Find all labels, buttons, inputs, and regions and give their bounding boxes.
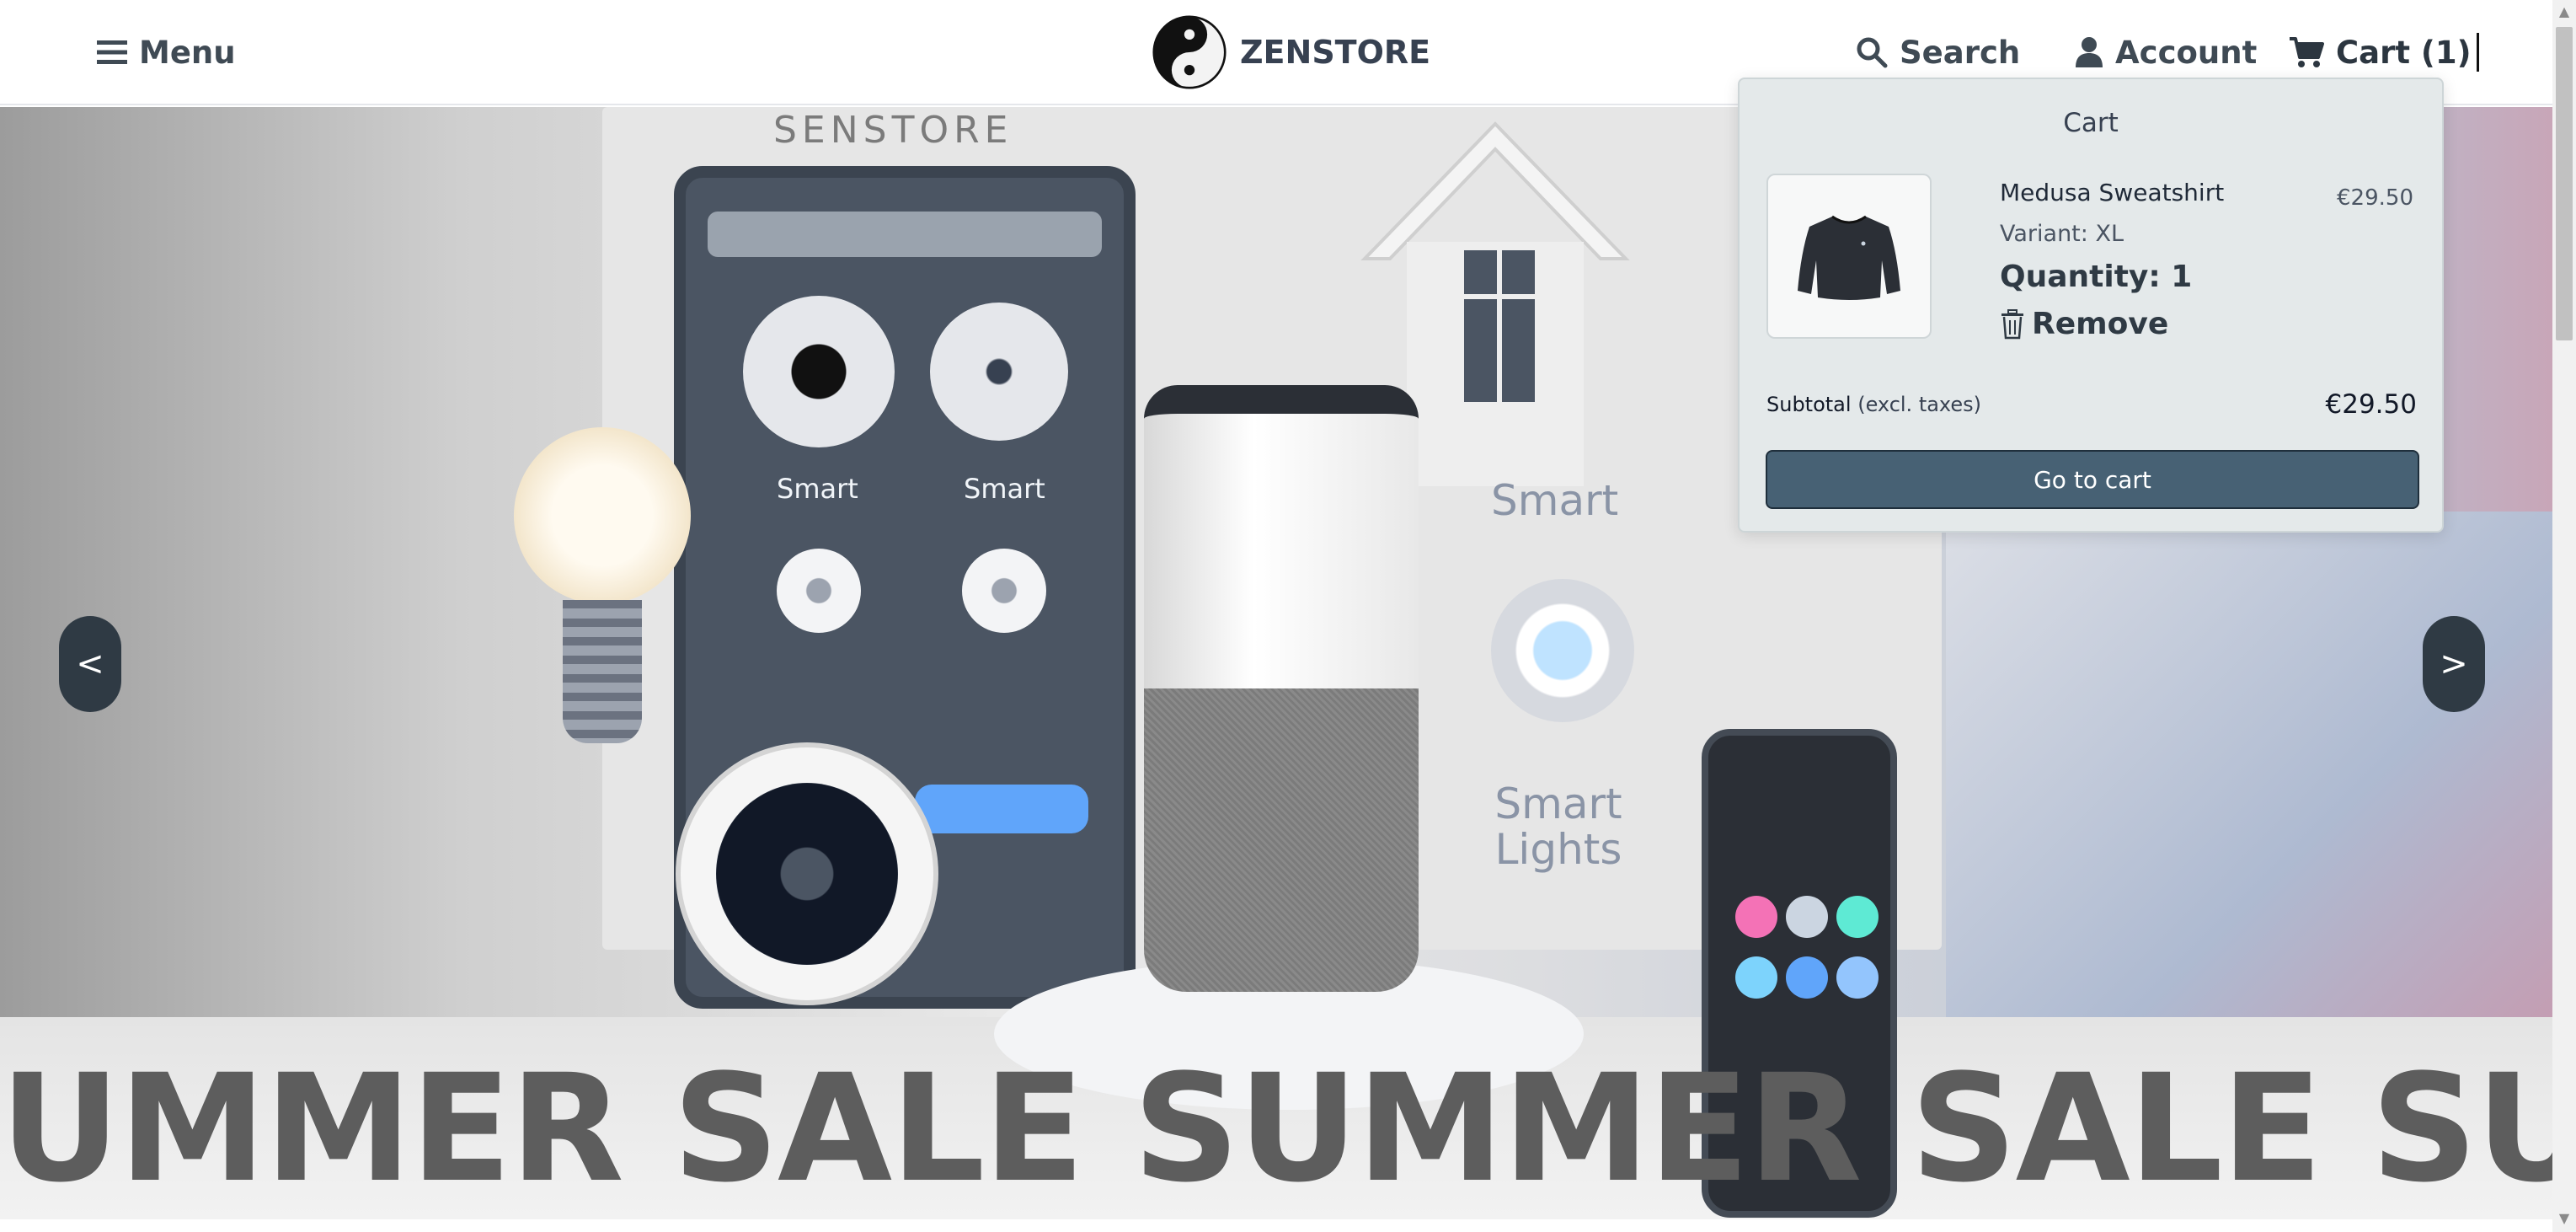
page-bottom-edge xyxy=(0,1219,2552,1232)
camera-lens xyxy=(716,783,898,965)
cart-dropdown: Cart Medusa Sweatshirt €29.50 Variant: X… xyxy=(1738,78,2444,533)
search-label: Search xyxy=(1900,34,2021,71)
cart-dropdown-title: Cart xyxy=(2063,108,2119,138)
hero-backdrop-gradient xyxy=(1946,512,2552,1059)
brand-name: ZENSTORE xyxy=(1240,34,1431,71)
account-label: Account xyxy=(2115,34,2258,71)
smart-light-ring-icon xyxy=(1491,579,1634,722)
tablet-device-icon-right xyxy=(962,549,1046,633)
shopping-cart-icon xyxy=(2290,37,2324,67)
tablet-device-icon-left xyxy=(777,549,861,633)
hamburger-icon xyxy=(97,40,127,64)
cart-label: Cart (1) xyxy=(2336,34,2472,71)
scroll-down-arrow-icon[interactable]: ▼ xyxy=(2552,1210,2576,1229)
cart-item-quantity: Quantity: 1 xyxy=(2000,260,2193,294)
subtotal-value: €29.50 xyxy=(2325,389,2417,420)
phone-app-icon xyxy=(1735,956,1777,999)
search-button[interactable]: Search xyxy=(1856,25,2020,79)
tablet-status-bar xyxy=(708,212,1102,257)
go-to-cart-button[interactable]: Go to cart xyxy=(1766,450,2419,509)
tablet-smart-label-left: Smart xyxy=(777,473,858,505)
phone-app-icon xyxy=(1836,956,1879,999)
phone-app-icon xyxy=(1735,896,1777,938)
cart-item-variant: Variant: XL xyxy=(2000,221,2124,247)
carousel-prev-button[interactable]: < xyxy=(59,616,121,712)
tablet-smart-label-right: Smart xyxy=(964,473,1045,505)
cart-item-name[interactable]: Medusa Sweatshirt xyxy=(2000,179,2224,206)
carousel-next-button[interactable]: > xyxy=(2423,616,2485,712)
account-button[interactable]: Account xyxy=(2075,25,2257,79)
tablet-sensor-icon xyxy=(930,303,1068,441)
light-bulb-base xyxy=(563,600,642,743)
subtotal-text: Subtotal xyxy=(1766,393,1852,416)
yin-yang-logo-icon xyxy=(1152,15,1227,89)
cart-button[interactable]: Cart (1) xyxy=(2289,25,2479,79)
remove-item-button[interactable]: Remove xyxy=(2000,307,2168,341)
subtotal-note: (excl. taxes) xyxy=(1857,393,1982,416)
smart-speaker-top xyxy=(1144,385,1419,688)
menu-button[interactable]: Menu xyxy=(97,25,236,79)
brand-logo-link[interactable]: ZENSTORE xyxy=(1152,15,1431,89)
page-scrollbar[interactable]: ▲ ▼ xyxy=(2552,0,2576,1232)
tablet-button-right xyxy=(915,785,1088,833)
subtotal-label: Subtotal (excl. taxes) xyxy=(1766,393,1981,416)
hero-watermark: SENSTORE xyxy=(773,109,1013,152)
hero-smart-lights-label: Smart Lights xyxy=(1494,779,1622,874)
text-cursor xyxy=(2476,33,2479,72)
security-camera-image xyxy=(681,747,933,1000)
phone-app-icon xyxy=(1836,896,1879,938)
product-thumbnail[interactable] xyxy=(1766,174,1932,339)
hero-headline: UMMER SALE SUMMER SALE SUMME xyxy=(0,1042,2552,1215)
smart-speaker-fabric xyxy=(1144,688,1419,992)
phone-app-icon xyxy=(1786,896,1828,938)
trash-icon xyxy=(2001,308,2023,339)
menu-label: Menu xyxy=(139,34,236,71)
light-bulb-image xyxy=(514,427,691,604)
remove-label: Remove xyxy=(2032,307,2169,341)
hero-smart-label: Smart xyxy=(1491,476,1619,525)
user-icon xyxy=(2076,37,2103,67)
tablet-camera-icon xyxy=(743,296,895,447)
search-icon xyxy=(1857,37,1888,68)
phone-app-icon xyxy=(1786,956,1828,999)
scroll-up-arrow-icon[interactable]: ▲ xyxy=(2552,3,2576,22)
sweatshirt-icon xyxy=(1798,215,1900,300)
scrollbar-thumb[interactable] xyxy=(2556,27,2573,340)
cart-item-price: €29.50 xyxy=(2337,185,2413,211)
